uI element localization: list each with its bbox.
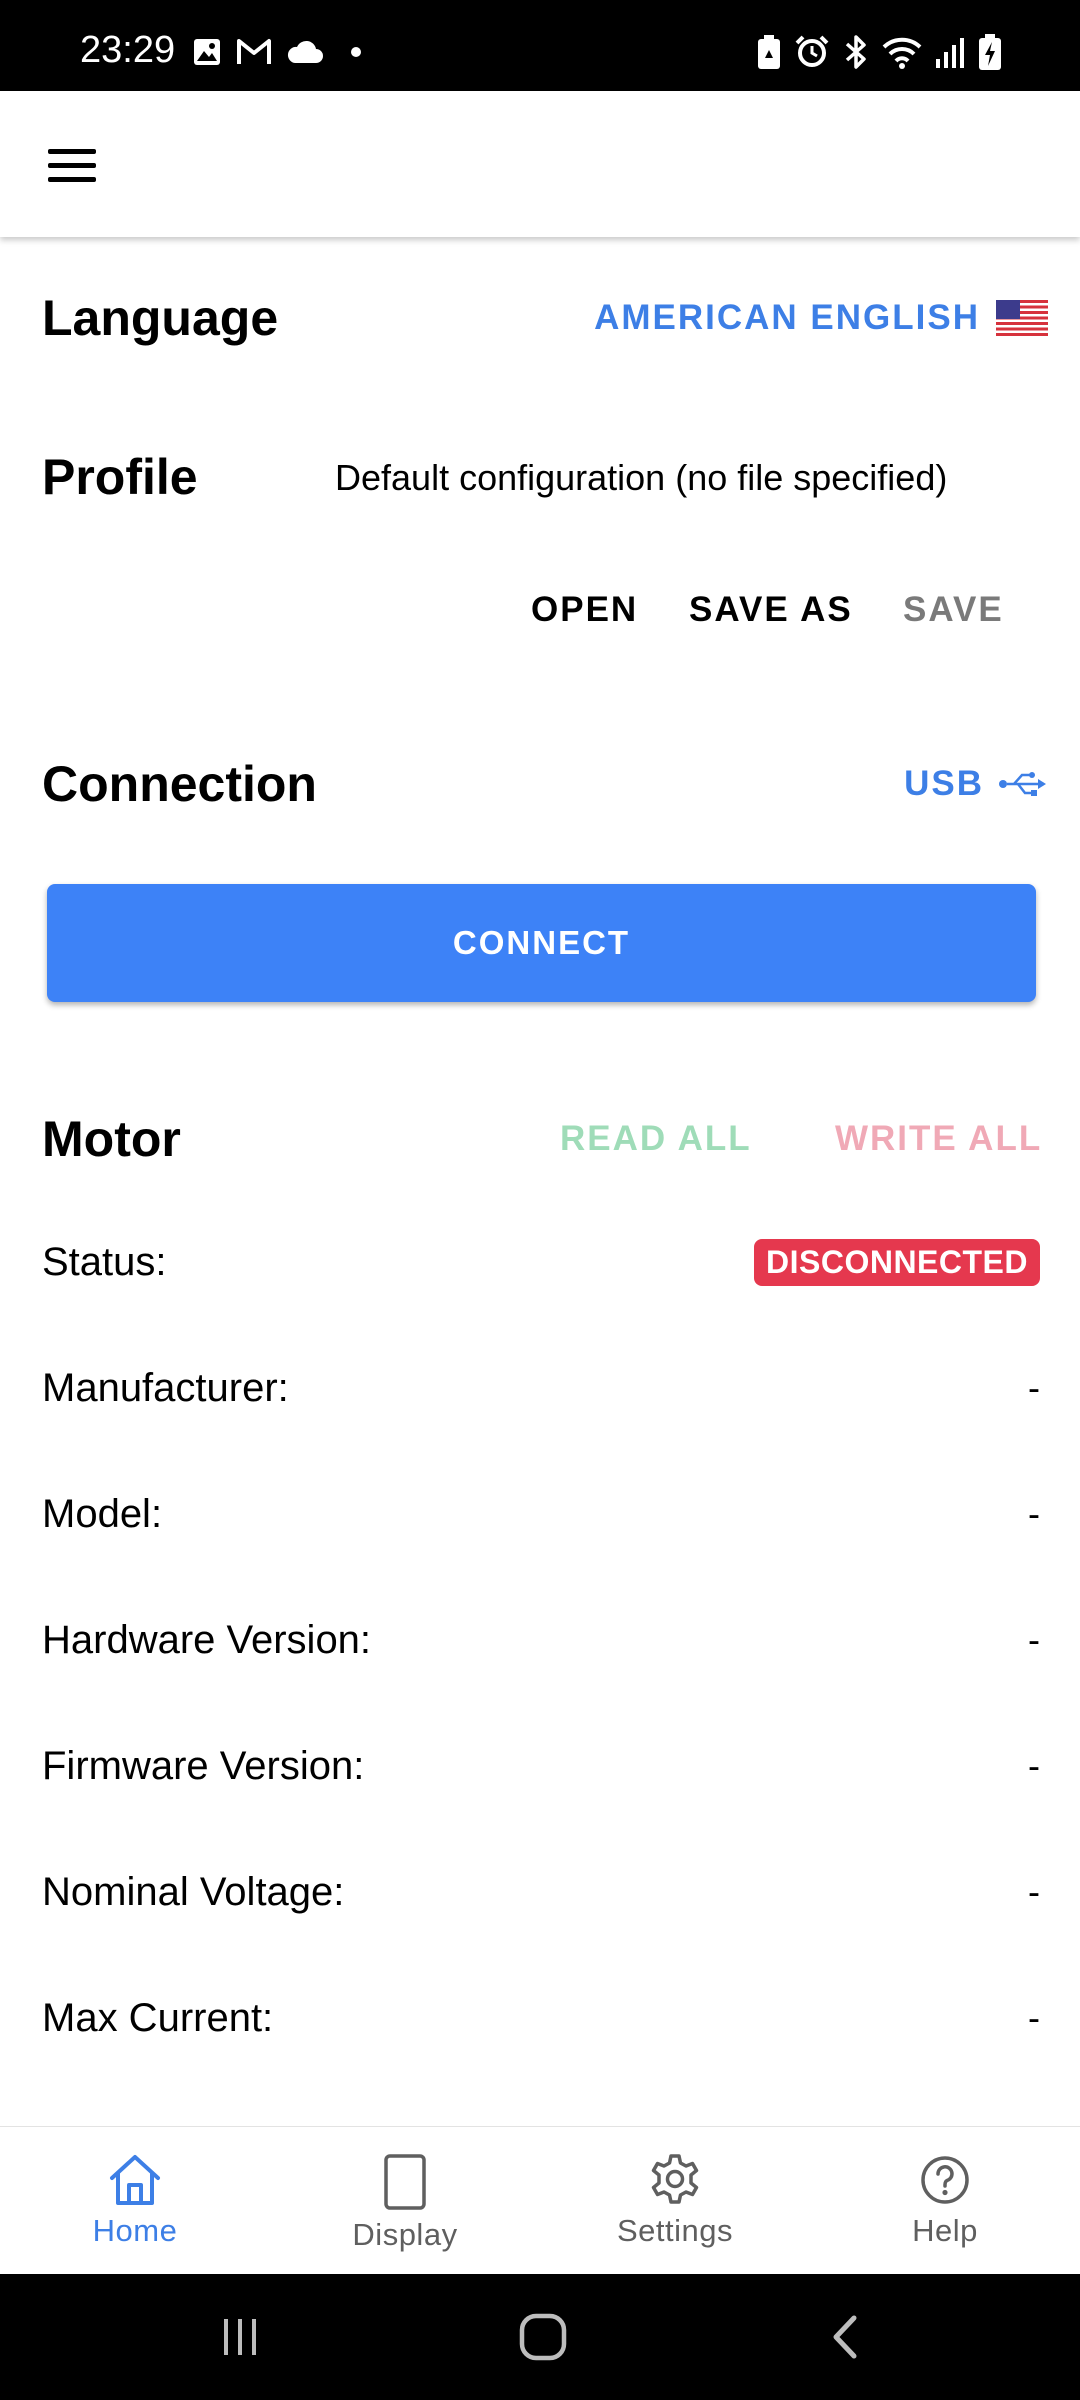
profile-value: Default configuration (no file specified… (335, 457, 948, 498)
gallery-icon (194, 39, 220, 65)
nav-home[interactable]: Home (0, 2127, 270, 2274)
motor-hardware-version-label: Hardware Version: (42, 1617, 372, 1662)
bottom-nav: Home Display Settings Help (0, 2126, 1080, 2274)
motor-max-current-label: Max Current: (42, 1995, 274, 2040)
dot-icon (351, 47, 361, 57)
back-icon[interactable] (806, 2304, 886, 2370)
save-button[interactable]: SAVE (903, 590, 1004, 630)
motor-manufacturer-value: - (1028, 1367, 1040, 1408)
motor-nominal-voltage-row: Nominal Voltage: - (42, 1867, 1040, 1917)
motor-hardware-version-row: Hardware Version: - (42, 1615, 1040, 1665)
motor-nominal-voltage-label: Nominal Voltage: (42, 1869, 345, 1914)
us-flag-icon (996, 300, 1048, 336)
language-selector[interactable]: AMERICAN ENGLISH (594, 296, 1048, 340)
motor-status-row: Status: DISCONNECTED (42, 1237, 1040, 1287)
connect-button[interactable]: CONNECT (47, 884, 1036, 1002)
read-all-button[interactable]: READ ALL (560, 1119, 752, 1159)
motor-max-current-row: Max Current: - (42, 1993, 1040, 2043)
motor-status-label: Status: (42, 1239, 167, 1284)
write-all-button[interactable]: WRITE ALL (835, 1119, 1042, 1159)
app-bar (0, 91, 1080, 237)
signal-icon (936, 38, 964, 68)
motor-manufacturer-label: Manufacturer: (42, 1365, 289, 1410)
battery-charging-icon (979, 34, 1001, 70)
status-badge: DISCONNECTED (753, 1238, 1040, 1286)
motor-model-label: Model: (42, 1491, 163, 1536)
connection-title: Connection (42, 756, 317, 812)
gear-icon (651, 2154, 699, 2204)
motor-firmware-version-row: Firmware Version: - (42, 1741, 1040, 1791)
language-selected: AMERICAN ENGLISH (594, 298, 980, 337)
wifi-icon (882, 37, 922, 69)
home-icon (110, 2155, 160, 2205)
nav-home-label: Home (92, 2213, 178, 2248)
motor-firmware-version-label: Firmware Version: (42, 1743, 365, 1788)
cloud-icon (287, 40, 323, 63)
nav-display[interactable]: Display (270, 2127, 540, 2274)
bluetooth-icon (845, 35, 866, 69)
profile-title: Profile (42, 449, 198, 505)
hamburger-menu-icon[interactable] (36, 135, 112, 195)
motor-model-value: - (1028, 1493, 1040, 1534)
display-icon (384, 2154, 426, 2210)
nav-settings-label: Settings (616, 2213, 733, 2248)
nav-help[interactable]: Help (810, 2127, 1080, 2274)
motor-model-row: Model: - (42, 1489, 1040, 1539)
status-time: 23:29 (80, 29, 176, 71)
language-title: Language (42, 290, 279, 346)
usb-icon (999, 772, 1046, 796)
motor-max-current-value: - (1028, 1997, 1040, 2038)
motor-hardware-version-value: - (1028, 1619, 1040, 1660)
save-as-button[interactable]: SAVE AS (689, 590, 853, 630)
connection-type: USB (904, 764, 984, 803)
motor-firmware-version-value: - (1028, 1745, 1040, 1786)
alarm-icon (795, 35, 829, 67)
system-home-icon[interactable] (503, 2304, 583, 2370)
system-nav-bar (0, 2274, 1080, 2400)
motor-nominal-voltage-value: - (1028, 1871, 1040, 1912)
recents-icon[interactable] (200, 2304, 280, 2370)
status-bar: 23:29 (0, 0, 1080, 91)
nav-display-label: Display (352, 2217, 458, 2252)
connection-type-selector[interactable]: USB (904, 762, 1048, 806)
nav-help-label: Help (912, 2213, 978, 2248)
status-right-icons (756, 32, 1002, 72)
battery-saver-icon (758, 35, 780, 69)
status-left-icons (192, 34, 368, 70)
motor-title: Motor (42, 1111, 181, 1167)
open-button[interactable]: OPEN (531, 590, 638, 630)
gmail-icon (237, 39, 271, 64)
motor-manufacturer-row: Manufacturer: - (42, 1363, 1040, 1413)
help-icon (921, 2156, 969, 2204)
nav-settings[interactable]: Settings (540, 2127, 810, 2274)
